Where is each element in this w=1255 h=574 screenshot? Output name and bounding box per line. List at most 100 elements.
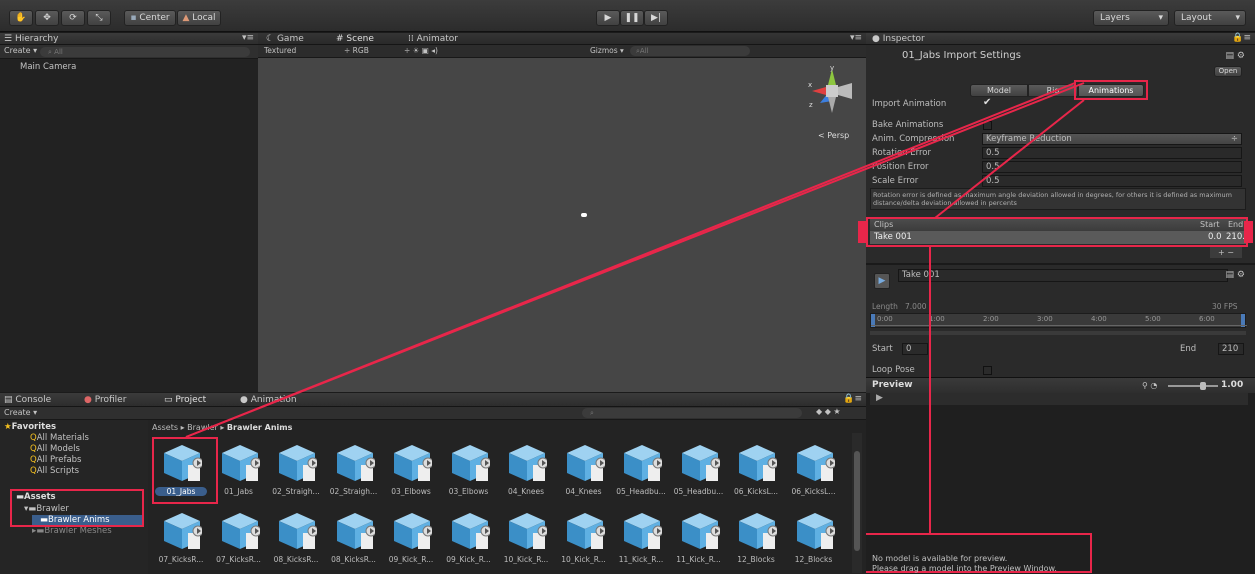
layers-dropdown[interactable]: Layers ▾ [1093,10,1169,26]
asset-item[interactable]: 04_Knees [558,443,610,503]
tab-model[interactable]: Model [970,84,1028,97]
asset-item[interactable]: 06_KicksL... [730,443,782,503]
move-tool-button[interactable]: ✥ [35,10,59,26]
layout-dropdown[interactable]: Layout ▾ [1174,10,1246,26]
gizmos-search-input[interactable]: ⌕All [630,46,750,56]
asset-item[interactable]: 12_Blocks [730,511,782,571]
asset-item[interactable]: 05_Headbu... [673,443,725,503]
favorite-item[interactable]: QAll Models [30,444,80,454]
play-button[interactable]: ▶ [596,10,620,26]
help-box: Rotation error is defined as maximum ang… [870,188,1246,210]
panel-menu-icon[interactable]: ▾≡ [242,33,254,43]
clip-play-button[interactable]: ▶ [874,273,890,289]
rotate-icon: ⟳ [69,13,77,23]
preview-speed-slider[interactable] [1168,382,1218,390]
asset-item[interactable]: 07_KicksR... [213,511,265,571]
hierarchy-item[interactable]: Main Camera [20,62,76,72]
tab-rig[interactable]: Rig [1028,84,1078,97]
asset-item[interactable]: 08_KicksR... [270,511,322,571]
asset-item[interactable]: 05_Headbu... [615,443,667,503]
breadcrumb-item[interactable]: Brawler [187,423,218,432]
favorites-header[interactable]: ★Favorites [4,422,56,432]
asset-item[interactable]: 11_Kick_R... [615,511,667,571]
tab-console[interactable]: ▤ Console [4,394,51,407]
settings-icons[interactable]: ▤ ⚙ [1226,51,1245,61]
render-mode-dropdown[interactable]: ÷ RGB [344,46,369,55]
clip-settings-icons[interactable]: ▤ ⚙ [1226,270,1245,280]
pause-button[interactable]: ❚❚ [620,10,644,26]
step-button[interactable]: ▶| [644,10,668,26]
persp-label[interactable]: < Persp [818,131,849,140]
clip-add-remove-buttons[interactable]: + − [1210,247,1242,258]
model-icon [279,513,317,549]
shading-mode-dropdown[interactable]: Textured [264,46,296,55]
favorite-label: All Materials [36,433,89,443]
preview-speed-handle[interactable] [1200,382,1206,390]
filter-icons[interactable]: ◆ ◆ ★ [816,407,841,416]
asset-item[interactable]: 03_Elbows [443,443,495,503]
asset-item[interactable]: 06_KicksL... [788,443,840,503]
panel-menu-icon[interactable]: ▾≡ [850,33,862,43]
clip-name-field[interactable]: Take 001 [898,269,1228,282]
favorite-item[interactable]: QAll Materials [30,433,89,443]
asset-item[interactable]: 04_Knees [500,443,552,503]
timeline-baseline [871,325,1247,326]
position-error-field[interactable]: 0.5 [982,161,1242,173]
loop-pose-checkbox[interactable] [983,366,992,375]
tab-project[interactable]: ▭ Project [164,394,206,407]
breadcrumb: Assets ▸ Brawler ▸ Brawler Anims [152,423,293,432]
timeline[interactable]: 0:00 1:00 2:00 3:00 4:00 5:00 6:00 [870,313,1247,328]
asset-item[interactable]: 10_Kick_R... [500,511,552,571]
folder-brawler-meshes[interactable]: ▸▬Brawler Meshes [32,526,112,536]
tab-profiler[interactable]: ● Profiler [84,394,126,407]
favorite-item[interactable]: QAll Prefabs [30,455,81,465]
asset-item[interactable]: 12_Blocks [788,511,840,571]
asset-item[interactable]: 10_Kick_R... [558,511,610,571]
camera-gizmo-icon[interactable] [581,213,587,217]
gizmos-dropdown[interactable]: Gizmos ▾ [590,46,624,55]
hierarchy-search-input[interactable]: ⌕ All [40,47,250,57]
asset-item[interactable]: 09_Kick_R... [385,511,437,571]
pivot-local-button[interactable]: ▲ Local [177,10,221,26]
tab-animation[interactable]: ● Animation [240,394,297,407]
asset-item[interactable]: 02_Straigh... [328,443,380,503]
asset-item[interactable]: 11_Kick_R... [673,511,725,571]
create-dropdown[interactable]: Create ▾ [4,408,37,417]
breadcrumb-item[interactable]: Assets [152,423,178,432]
end-field[interactable]: 210 [1218,343,1244,355]
bake-animations-checkbox[interactable] [983,121,992,130]
scale-error-field[interactable]: 0.5 [982,175,1242,187]
asset-item[interactable]: 08_KicksR... [328,511,380,571]
model-icon [681,513,720,549]
preview-play-icon[interactable]: ▶ [876,393,883,403]
rotation-error-field[interactable]: 0.5 [982,147,1242,159]
tab-inspector[interactable]: ● Inspector [872,33,925,46]
rotate-tool-button[interactable]: ⟳ [61,10,85,26]
preview-speed-icons[interactable]: ⚲ ◔ [1142,381,1157,390]
lock-icon[interactable]: 🔒≡ [843,394,862,404]
asset-item[interactable]: 01_Jabs [213,443,265,503]
pause-icon: ❚❚ [624,13,640,23]
asset-item[interactable]: 02_Straigh... [270,443,322,503]
project-search-input[interactable]: ⌕ [582,408,802,418]
lock-icon[interactable]: 🔒≡ [1232,33,1251,43]
asset-item[interactable]: 03_Elbows [385,443,437,503]
asset-item[interactable]: 07_KicksR... [155,511,207,571]
project-tabs: ▤ Console ● Profiler ▭ Project ● Animati… [0,393,866,407]
import-animation-checkbox[interactable]: ✔ [983,97,991,108]
hand-tool-button[interactable]: ✋ [9,10,33,26]
scale-tool-button[interactable]: ⤡ [87,10,111,26]
anim-compression-dropdown[interactable]: Keyframe Reduction ÷ [982,133,1242,145]
start-field[interactable]: 0 [902,343,928,355]
asset-item[interactable]: 09_Kick_R... [443,511,495,571]
open-button[interactable]: Open [1214,66,1242,77]
breadcrumb-item[interactable]: Brawler Anims [227,423,292,432]
scene-toggles[interactable]: ÷ ☀ ▣ ◂) [404,46,438,55]
tab-label: Scene [346,34,374,44]
highlight-clips-marker-right [1244,221,1253,243]
pivot-center-button[interactable]: ▪ Center [124,10,176,26]
project-tree: ★Favorites QAll Materials QAll Models QA… [0,420,148,574]
scene-orientation-gizmo[interactable]: y x z [804,63,860,119]
favorite-item[interactable]: QAll Scripts [30,466,79,476]
create-dropdown[interactable]: Create ▾ [4,46,37,55]
